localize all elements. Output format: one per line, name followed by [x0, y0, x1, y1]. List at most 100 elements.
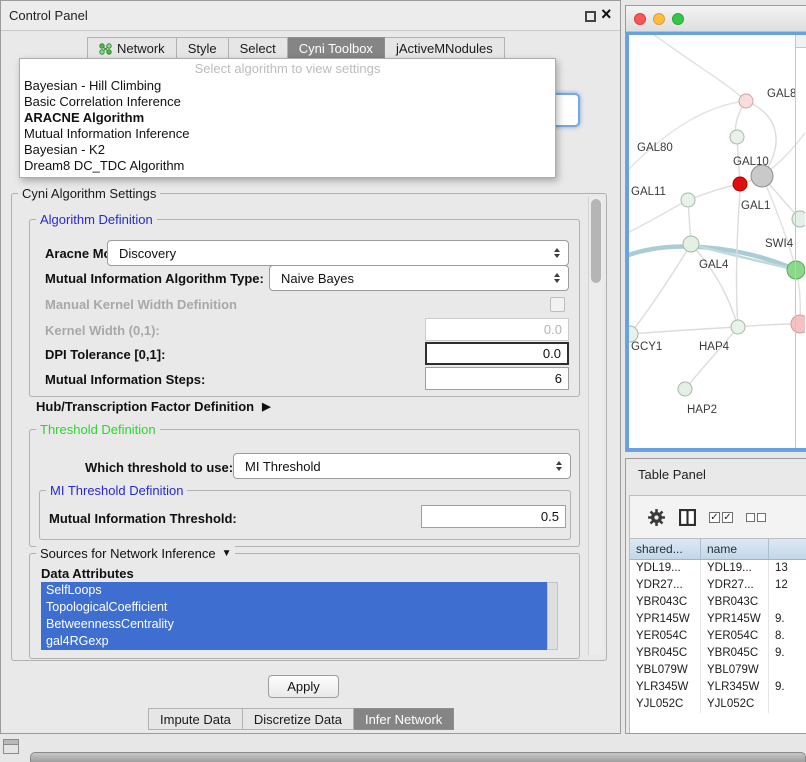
hub-definition-toggle[interactable]: Hub/Transcription Factor Definition ▶ — [36, 399, 271, 414]
table-row[interactable]: YER054CYER054C8. — [630, 628, 806, 645]
network-node[interactable] — [739, 94, 753, 108]
tab-select[interactable]: Select — [229, 37, 288, 60]
network-node[interactable] — [629, 326, 638, 342]
node-label-gal11: GAL11 — [631, 186, 666, 198]
algorithm-option-basic-correlation-inference[interactable]: Basic Correlation Inference — [20, 94, 555, 110]
network-edge[interactable] — [649, 35, 746, 101]
algorithm-option-mutual-information-inference[interactable]: Mutual Information Inference — [20, 126, 555, 142]
gear-icon[interactable] — [647, 508, 666, 527]
checked-box-icon: ✓ — [722, 512, 733, 523]
threshold-definition-title: Threshold Definition — [36, 422, 160, 437]
algorithm-option-aracne-algorithm[interactable]: ARACNE Algorithm — [20, 110, 555, 126]
zoom-traffic-light-icon[interactable] — [672, 13, 684, 25]
tab-label: Select — [240, 41, 276, 56]
clear-checks-icon[interactable] — [746, 513, 766, 522]
settings-scrollbar-thumb[interactable] — [591, 199, 601, 283]
mi-threshold-input[interactable]: 0.5 — [421, 505, 566, 528]
tab-jactivemnodules[interactable]: jActiveMNodules — [385, 37, 505, 60]
attribute-item-topologicalcoefficient[interactable]: TopologicalCoefficient — [41, 599, 547, 616]
column-header-name[interactable]: name — [701, 539, 769, 559]
bottom-tab-impute-data[interactable]: Impute Data — [148, 708, 243, 730]
attribute-item-selfloops[interactable]: SelfLoops — [41, 582, 547, 599]
network-edge[interactable] — [630, 327, 738, 334]
network-edge[interactable] — [691, 244, 738, 327]
table-row[interactable]: YPR145WYPR145W9. — [630, 611, 806, 628]
network-edge[interactable] — [685, 327, 738, 389]
bottom-tab-discretize-data[interactable]: Discretize Data — [243, 708, 354, 730]
attribute-item-betweennesscentrality[interactable]: BetweennessCentrality — [41, 616, 547, 633]
dpi-tolerance-input[interactable]: 0.0 — [425, 342, 569, 365]
table-cell: 9. — [769, 611, 806, 628]
table-panel-title: Table Panel — [638, 467, 706, 482]
close-traffic-light-icon[interactable] — [634, 13, 646, 25]
network-scrollbar[interactable] — [795, 35, 806, 448]
network-node[interactable] — [681, 193, 695, 207]
bottom-tab-label: Infer Network — [365, 712, 442, 727]
bottom-tab-infer-network[interactable]: Infer Network — [354, 708, 454, 730]
table-cell: YBR045C — [701, 645, 769, 662]
column-header-col2[interactable] — [769, 539, 806, 559]
mi-algorithm-type-select[interactable]: Naive Bayes — [269, 265, 569, 291]
network-node[interactable] — [733, 177, 747, 191]
tab-label: Network — [117, 41, 165, 56]
column-header-shared[interactable]: shared... — [630, 539, 701, 559]
network-icon — [99, 43, 112, 55]
table-cell — [769, 696, 806, 713]
float-window-icon[interactable] — [585, 11, 596, 22]
tab-style[interactable]: Style — [177, 37, 229, 60]
close-window-icon[interactable]: × — [601, 4, 612, 25]
network-edge[interactable] — [629, 200, 688, 235]
algorithm-option-dream8-dc-tdc-algorithm[interactable]: Dream8 DC_TDC Algorithm — [20, 158, 555, 174]
tab-network[interactable]: Network — [87, 37, 177, 60]
tab-label: Style — [188, 41, 217, 56]
network-edge[interactable] — [630, 244, 691, 334]
network-edge[interactable] — [737, 191, 740, 327]
table-cell: YDR27... — [630, 577, 701, 594]
panel-corner-icon[interactable] — [3, 739, 19, 754]
table-cell: 13 — [769, 560, 806, 577]
table-row[interactable]: YBL079WYBL079W — [630, 662, 806, 679]
select-all-checks-icon[interactable]: ✓ ✓ — [709, 512, 733, 523]
table-row[interactable]: YLR345WYLR345W9. — [630, 679, 806, 696]
table-row[interactable]: YJL052CYJL052C — [630, 696, 806, 713]
network-edge[interactable] — [762, 176, 796, 270]
hub-definition-label: Hub/Transcription Factor Definition — [36, 399, 254, 414]
minimize-traffic-light-icon[interactable] — [653, 13, 665, 25]
network-node[interactable] — [678, 382, 692, 396]
network-node[interactable] — [683, 236, 699, 252]
network-edge[interactable] — [629, 101, 746, 175]
settings-scrollbar[interactable] — [588, 197, 603, 655]
kernel-width-label: Kernel Width (0,1): — [45, 323, 160, 338]
which-threshold-select[interactable]: MI Threshold — [233, 453, 571, 479]
apply-button[interactable]: Apply — [268, 675, 339, 698]
control-panel-titlebar[interactable]: Control Panel × — [1, 1, 620, 31]
table-row[interactable]: YDL19...YDL19...13 — [630, 560, 806, 577]
algorithm-definition-title: Algorithm Definition — [36, 212, 157, 227]
table-row[interactable]: YBR043CYBR043C — [630, 594, 806, 611]
tab-cyni-toolbox[interactable]: Cyni Toolbox — [288, 37, 385, 60]
columns-icon[interactable] — [679, 509, 696, 526]
sources-toggle[interactable]: Sources for Network Inference ▼ — [36, 546, 235, 561]
network-scrollbar-button[interactable] — [795, 35, 806, 48]
manual-kernel-width-checkbox[interactable] — [550, 297, 565, 312]
kernel-width-input[interactable]: 0.0 — [425, 318, 569, 341]
network-node[interactable] — [730, 130, 744, 144]
table-row[interactable]: YBR045CYBR045C9. — [630, 645, 806, 662]
attributes-scrollbar[interactable] — [547, 582, 558, 650]
network-node[interactable] — [731, 320, 745, 334]
background-window-titlebar[interactable] — [30, 752, 806, 762]
mi-steps-input[interactable]: 6 — [425, 367, 569, 390]
algorithm-option-bayesian-hill-climbing[interactable]: Bayesian - Hill Climbing — [20, 78, 555, 94]
node-label-hap4: HAP4 — [699, 341, 730, 353]
mi-algorithm-type-value: Naive Bayes — [281, 271, 548, 286]
network-edge[interactable] — [688, 184, 740, 200]
mi-algorithm-type-label: Mutual Information Algorithm Type: — [45, 271, 264, 286]
attribute-item-gal4rgexp[interactable]: gal4RGexp — [41, 633, 547, 650]
network-window-titlebar[interactable] — [626, 6, 806, 32]
which-threshold-label: Which threshold to use: — [85, 460, 233, 475]
network-canvas[interactable]: GAL8GAL80GAL10GAL11GAL1SWI4GAL4GCY1HAP4H… — [626, 32, 806, 451]
network-node[interactable] — [751, 165, 773, 187]
table-row[interactable]: YDR27...YDR27...12 — [630, 577, 806, 594]
aracne-mode-select[interactable]: Discovery — [107, 240, 569, 266]
algorithm-option-bayesian-k2[interactable]: Bayesian - K2 — [20, 142, 555, 158]
